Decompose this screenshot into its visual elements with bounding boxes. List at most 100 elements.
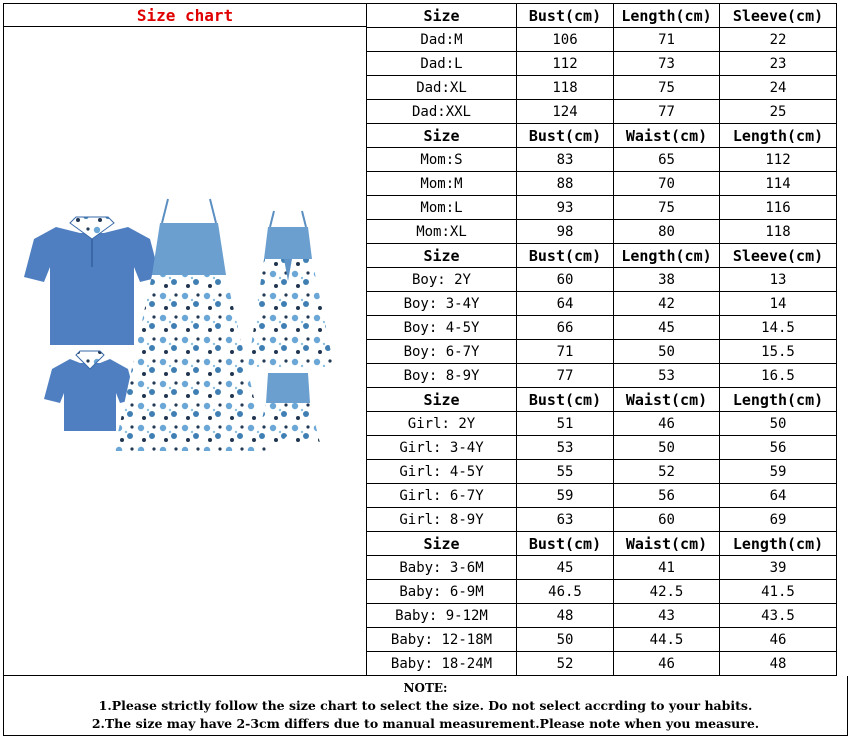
column-header: Size <box>366 387 517 412</box>
girl-dress <box>248 210 334 367</box>
column-header: Size <box>366 123 517 148</box>
measurement-cell: 14.5 <box>719 315 837 340</box>
size-row: Boy: 2Y 60 38 13 <box>366 267 837 292</box>
size-label: Boy: 3-4Y <box>366 291 517 316</box>
measurement-cell: 112 <box>719 147 837 172</box>
column-header: Size <box>366 243 517 268</box>
measurement-cell: 50 <box>613 339 720 364</box>
measurement-cell: 50 <box>516 627 614 652</box>
size-row: Baby: 3-6M 45 41 39 <box>366 555 837 580</box>
size-label: Dad:L <box>366 51 517 76</box>
measurement-cell: 69 <box>719 507 837 532</box>
size-row: Girl: 4-5Y 55 52 59 <box>366 459 837 484</box>
column-header: Size <box>366 531 517 556</box>
column-header: Length(cm) <box>719 531 837 556</box>
measurement-cell: 64 <box>516 291 614 316</box>
measurement-cell: 75 <box>613 195 720 220</box>
measurement-cell: 64 <box>719 483 837 508</box>
measurement-cell: 56 <box>613 483 720 508</box>
measurement-cell: 23 <box>719 51 837 76</box>
measurement-cell: 106 <box>516 27 614 52</box>
measurement-cell: 116 <box>719 195 837 220</box>
size-label: Dad:M <box>366 27 517 52</box>
measurement-cell: 46 <box>613 651 720 676</box>
size-row: Dad:M 106 71 22 <box>366 27 837 52</box>
size-row: Girl: 3-4Y 53 50 56 <box>366 435 837 460</box>
column-header: Bust(cm) <box>516 531 614 556</box>
size-label: Mom:XL <box>366 219 517 244</box>
measurement-cell: 43 <box>613 603 720 628</box>
note-box: NOTE: 1.Please strictly follow the size … <box>3 676 848 736</box>
size-label: Mom:S <box>366 147 517 172</box>
size-row: Dad:XL 118 75 24 <box>366 75 837 100</box>
size-label: Girl: 4-5Y <box>366 459 517 484</box>
measurement-cell: 80 <box>613 219 720 244</box>
measurement-cell: 46 <box>719 627 837 652</box>
note-line: 2.The size may have 2-3cm differs due to… <box>91 716 760 731</box>
section-header-row: Size Bust(cm) Waist(cm) Length(cm) <box>366 123 837 148</box>
column-header: Bust(cm) <box>516 243 614 268</box>
measurement-cell: 24 <box>719 75 837 100</box>
section-header-row: Size Bust(cm) Length(cm) Sleeve(cm) <box>366 243 837 268</box>
measurement-cell: 42 <box>613 291 720 316</box>
section-header-row: Size Bust(cm) Waist(cm) Length(cm) <box>366 387 837 412</box>
measurement-cell: 39 <box>719 555 837 580</box>
size-label: Girl: 6-7Y <box>366 483 517 508</box>
size-label: Dad:XXL <box>366 99 517 124</box>
size-label: Girl: 3-4Y <box>366 435 517 460</box>
measurement-cell: 75 <box>613 75 720 100</box>
measurement-cell: 51 <box>516 411 614 436</box>
measurement-cell: 118 <box>516 75 614 100</box>
measurement-cell: 71 <box>613 27 720 52</box>
measurement-cell: 53 <box>613 363 720 388</box>
measurement-cell: 46.5 <box>516 579 614 604</box>
measurement-cell: 43.5 <box>719 603 837 628</box>
measurement-cell: 112 <box>516 51 614 76</box>
measurement-cell: 46 <box>613 411 720 436</box>
size-label: Boy: 4-5Y <box>366 315 517 340</box>
size-table: Size Bust(cm) Length(cm) Sleeve(cm) Dad:M 106… <box>366 3 837 676</box>
product-photo <box>3 27 366 676</box>
column-header: Waist(cm) <box>613 387 720 412</box>
measurement-cell: 45 <box>613 315 720 340</box>
column-header: Size <box>366 3 517 28</box>
size-row: Dad:XXL 124 77 25 <box>366 99 837 124</box>
measurement-cell: 98 <box>516 219 614 244</box>
column-header: Bust(cm) <box>516 3 614 28</box>
measurement-cell: 53 <box>516 435 614 460</box>
measurement-cell: 88 <box>516 171 614 196</box>
column-header: Bust(cm) <box>516 123 614 148</box>
measurement-cell: 60 <box>516 267 614 292</box>
column-header: Bust(cm) <box>516 387 614 412</box>
measurement-cell: 52 <box>613 459 720 484</box>
measurement-cell: 71 <box>516 339 614 364</box>
family-outfit-illustration <box>24 198 334 451</box>
size-row: Baby: 18-24M 52 46 48 <box>366 651 837 676</box>
size-row: Girl: 6-7Y 59 56 64 <box>366 483 837 508</box>
section-header-row: Size Bust(cm) Length(cm) Sleeve(cm) <box>366 3 837 28</box>
size-row: Boy: 4-5Y 66 45 14.5 <box>366 315 837 340</box>
size-row: Baby: 9-12M 48 43 43.5 <box>366 603 837 628</box>
size-label: Baby: 12-18M <box>366 627 517 652</box>
size-label: Girl: 2Y <box>366 411 517 436</box>
measurement-cell: 66 <box>516 315 614 340</box>
note-line: 1.Please strictly follow the size chart … <box>98 698 753 713</box>
section-header-row: Size Bust(cm) Waist(cm) Length(cm) <box>366 531 837 556</box>
measurement-cell: 83 <box>516 147 614 172</box>
measurement-cell: 22 <box>719 27 837 52</box>
size-row: Baby: 6-9M 46.5 42.5 41.5 <box>366 579 837 604</box>
size-row: Mom:XL 98 80 118 <box>366 219 837 244</box>
column-header: Waist(cm) <box>613 531 720 556</box>
measurement-cell: 48 <box>516 603 614 628</box>
column-header: Waist(cm) <box>613 123 720 148</box>
measurement-cell: 56 <box>719 435 837 460</box>
measurement-cell: 77 <box>516 363 614 388</box>
size-row: Girl: 8-9Y 63 60 69 <box>366 507 837 532</box>
size-row: Dad:L 112 73 23 <box>366 51 837 76</box>
size-chart-page: Size chart Size Bust(cm) Length(cm) Slee… <box>0 0 851 738</box>
size-label: Baby: 18-24M <box>366 651 517 676</box>
measurement-cell: 44.5 <box>613 627 720 652</box>
measurement-cell: 77 <box>613 99 720 124</box>
measurement-cell: 114 <box>719 171 837 196</box>
measurement-cell: 50 <box>719 411 837 436</box>
